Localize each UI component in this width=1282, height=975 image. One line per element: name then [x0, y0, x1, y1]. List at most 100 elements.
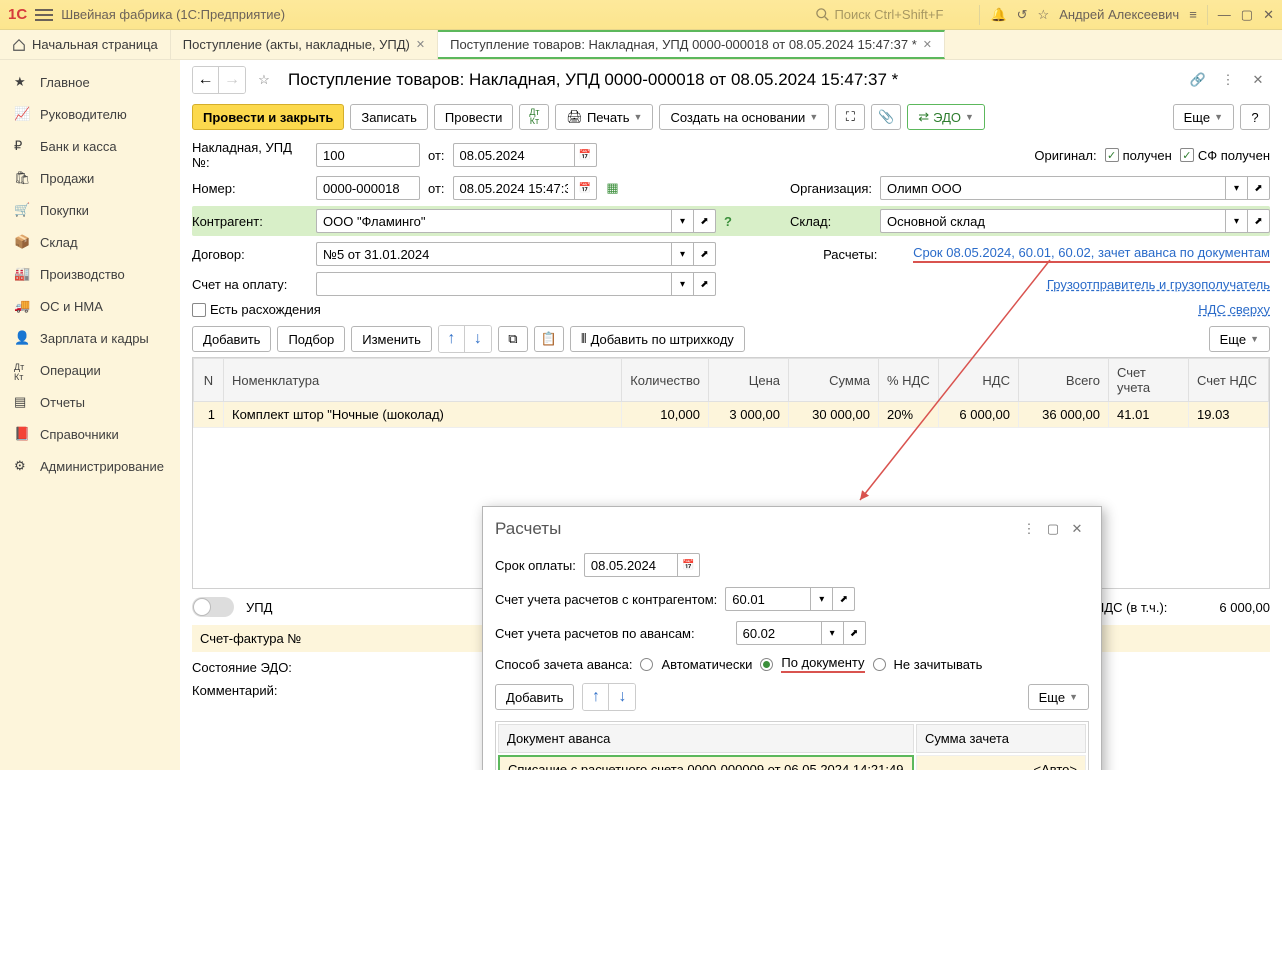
col-total[interactable]: Всего [1019, 359, 1109, 402]
tab-close-icon[interactable]: ✕ [923, 38, 932, 51]
sidebar-item-manager[interactable]: 📈Руководителю [0, 98, 180, 130]
advance-doc-cell[interactable]: Списание с расчетного счета 0000-000009 … [498, 755, 914, 770]
vat-top-link[interactable]: НДС сверху [1198, 302, 1270, 317]
maximize-icon[interactable]: ▢ [1241, 7, 1253, 23]
dropdown-icon[interactable]: ▾ [811, 587, 833, 611]
sidebar-item-operations[interactable]: Дт КтОперации [0, 354, 180, 386]
structure-button[interactable]: ⛶ [835, 104, 865, 130]
upd-date-input[interactable] [453, 143, 575, 167]
number-input[interactable] [316, 176, 420, 200]
col-offset-sum[interactable]: Сумма зачета [916, 724, 1086, 753]
paste-button[interactable]: 📋 [534, 326, 564, 352]
sidebar-item-assets[interactable]: 🚚ОС и НМА [0, 290, 180, 322]
advance-sum-cell[interactable]: <Авто> [916, 755, 1086, 770]
sidebar-item-purchases[interactable]: 🛒Покупки [0, 194, 180, 226]
tab-receipts-list[interactable]: Поступление (акты, накладные, УПД) ✕ [171, 30, 438, 59]
close-window-icon[interactable]: ✕ [1263, 7, 1274, 23]
open-icon[interactable]: ⬈ [1248, 209, 1270, 233]
calendar-icon[interactable]: 📅 [575, 143, 597, 167]
calendar-icon[interactable]: 📅 [678, 553, 700, 577]
open-icon[interactable]: ⬈ [1248, 176, 1270, 200]
help-button[interactable]: ? [1240, 104, 1270, 130]
col-acc[interactable]: Счет учета [1109, 359, 1189, 402]
print-button[interactable]: 🖨 Печать ▼ [555, 104, 653, 130]
open-icon[interactable]: ⬈ [694, 242, 716, 266]
sidebar-item-production[interactable]: 🏭Производство [0, 258, 180, 290]
calendar-icon[interactable]: 📅 [575, 176, 597, 200]
hamburger-icon[interactable] [35, 9, 53, 21]
popup-add-button[interactable]: Добавить [495, 684, 574, 710]
upd-toggle[interactable] [192, 597, 234, 617]
popup-more-button[interactable]: Еще ▼ [1028, 684, 1089, 710]
open-icon[interactable]: ⬈ [833, 587, 855, 611]
dropdown-icon[interactable]: ▾ [672, 242, 694, 266]
move-down-button[interactable]: ↓ [465, 326, 491, 352]
tab-current-document[interactable]: Поступление товаров: Накладная, УПД 0000… [438, 30, 945, 59]
popup-maximize-icon[interactable]: ▢ [1041, 517, 1065, 541]
edit-button[interactable]: Изменить [351, 326, 432, 352]
select-button[interactable]: Подбор [277, 326, 345, 352]
dtkt-button[interactable]: ДтКт [519, 104, 549, 130]
advance-doc-row[interactable]: Списание с расчетного счета 0000-000009 … [498, 755, 1086, 770]
sidebar-item-payroll[interactable]: 👤Зарплата и кадры [0, 322, 180, 354]
sidebar-item-admin[interactable]: ⚙Администрирование [0, 450, 180, 482]
save-button[interactable]: Записать [350, 104, 428, 130]
col-acc-vat[interactable]: Счет НДС [1189, 359, 1269, 402]
sidebar-item-warehouse[interactable]: 📦Склад [0, 226, 180, 258]
col-price[interactable]: Цена [709, 359, 789, 402]
settings-icon[interactable]: ≡ [1189, 7, 1197, 22]
bell-icon[interactable]: 🔔 [990, 7, 1006, 23]
col-vat[interactable]: НДС [939, 359, 1019, 402]
popup-close-icon[interactable]: ✕ [1065, 517, 1089, 541]
dropdown-icon[interactable]: ▾ [1226, 176, 1248, 200]
dropdown-icon[interactable]: ▾ [672, 272, 694, 296]
global-search[interactable]: Поиск Ctrl+Shift+F [808, 5, 951, 24]
dropdown-icon[interactable]: ▾ [1226, 209, 1248, 233]
sidebar-item-bank[interactable]: ₽Банк и касса [0, 130, 180, 162]
open-icon[interactable]: ⬈ [694, 209, 716, 233]
more-button[interactable]: Еще ▼ [1173, 104, 1234, 130]
acc-counter-input[interactable] [725, 587, 811, 611]
col-nomenclature[interactable]: Номенклатура [224, 359, 622, 402]
edo-button[interactable]: ⇄ ЭДО ▼ [907, 104, 985, 130]
post-and-close-button[interactable]: Провести и закрыть [192, 104, 344, 130]
open-icon[interactable]: ⬈ [694, 272, 716, 296]
upd-no-input[interactable] [316, 143, 420, 167]
user-name[interactable]: Андрей Алексеевич [1059, 7, 1179, 22]
due-date-input[interactable] [584, 553, 678, 577]
attach-button[interactable]: 📎 [871, 104, 901, 130]
minimize-icon[interactable]: — [1218, 7, 1231, 22]
create-on-basis-button[interactable]: Создать на основании ▼ [659, 104, 829, 130]
kebab-icon[interactable]: ⋮ [1216, 68, 1240, 92]
col-n[interactable]: N [194, 359, 224, 402]
table-more-button[interactable]: Еще ▼ [1209, 326, 1270, 352]
open-icon[interactable]: ⬈ [844, 621, 866, 645]
radio-auto[interactable] [640, 658, 653, 671]
table-row[interactable]: 1 Комплект штор "Ночные (шоколад) 10,000… [194, 402, 1269, 428]
nav-forward-button[interactable]: → [219, 67, 245, 93]
warehouse-input[interactable] [880, 209, 1226, 233]
tab-home[interactable]: Начальная страница [0, 30, 171, 59]
move-up-button[interactable]: ↑ [439, 326, 465, 352]
col-qty[interactable]: Количество [622, 359, 709, 402]
favorite-icon[interactable]: ☆ [252, 68, 276, 92]
close-icon[interactable]: ✕ [1246, 68, 1270, 92]
calculations-link[interactable]: Срок 08.05.2024, 60.01, 60.02, зачет ава… [913, 245, 1270, 263]
sidebar-item-reports[interactable]: ▤Отчеты [0, 386, 180, 418]
col-vat-pct[interactable]: % НДС [879, 359, 939, 402]
nav-back-button[interactable]: ← [193, 67, 219, 93]
popup-move-down-button[interactable]: ↓ [609, 684, 635, 710]
contract-input[interactable] [316, 242, 672, 266]
sidebar-item-catalogs[interactable]: 📕Справочники [0, 418, 180, 450]
sidebar-item-sales[interactable]: 🛍Продажи [0, 162, 180, 194]
shipper-link[interactable]: Грузоотправитель и грузополучатель [1047, 277, 1270, 292]
popup-kebab-icon[interactable]: ⋮ [1017, 517, 1041, 541]
number-date-input[interactable] [453, 176, 575, 200]
radio-by-document[interactable] [760, 658, 773, 671]
barcode-button[interactable]: ⦀ Добавить по штрихкоду [570, 326, 745, 352]
help-icon[interactable]: ? [724, 214, 732, 229]
dropdown-icon[interactable]: ▾ [672, 209, 694, 233]
received-checkbox[interactable]: ✓получен [1105, 148, 1172, 163]
popup-move-up-button[interactable]: ↑ [583, 684, 609, 710]
sidebar-item-main[interactable]: ★Главное [0, 66, 180, 98]
